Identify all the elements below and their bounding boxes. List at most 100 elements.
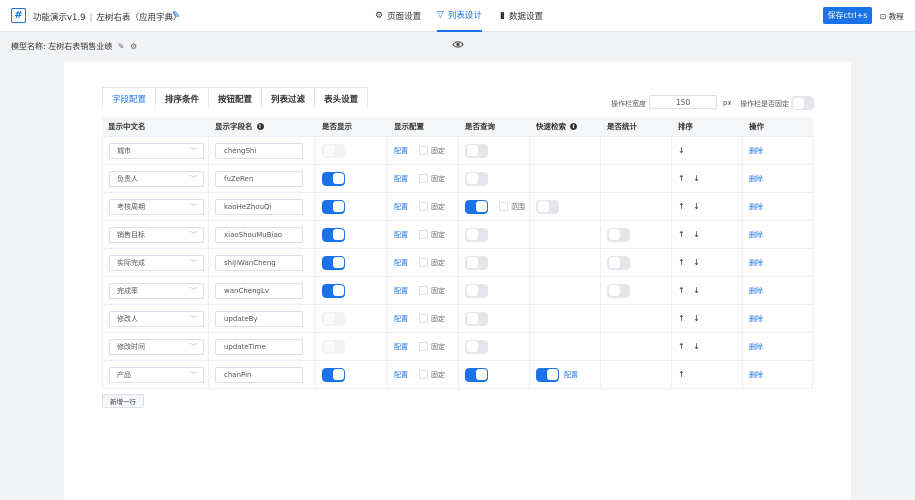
preview-eye-icon[interactable] [452,40,464,49]
show-toggle[interactable] [322,171,345,186]
show-config-link[interactable]: 配置 [394,202,408,212]
delete-link[interactable]: 删除 [749,342,763,352]
sort-arrows-icon[interactable]: ↑ ↓ [678,230,703,239]
add-row-button[interactable]: 新增一行 [102,394,144,408]
show-toggle[interactable] [322,199,345,214]
tab-header-settings[interactable]: 表头设置 [314,87,369,109]
tab-list-filter[interactable]: 列表过滤 [261,87,316,109]
delete-link[interactable]: 删除 [749,230,763,240]
sort-arrows-icon[interactable]: ↑ [678,370,688,379]
show-config-cell: 配置 固定 [388,360,459,389]
delete-link[interactable]: 删除 [749,202,763,212]
query-toggle[interactable] [465,143,488,158]
field-name-input[interactable]: fuZeRen [215,170,303,187]
sort-arrows-icon[interactable]: ↑ ↓ [678,314,703,323]
stat-toggle[interactable] [607,227,630,242]
fixed-checkbox[interactable] [419,230,428,239]
delete-link[interactable]: 删除 [749,314,763,324]
field-name-input[interactable]: kaoHeZhouQi [215,198,303,215]
nav-data-settings[interactable]: ▮ 数据设置 [500,0,543,32]
show-cell [316,304,388,333]
cn-name-select[interactable]: 修改时间 ﹀ [109,338,204,355]
cn-name-select[interactable]: 考核周期 ﹀ [109,198,204,215]
fixed-checkbox[interactable] [419,258,428,267]
fixed-checkbox[interactable] [419,286,428,295]
edit-title-icon[interactable]: ✎ [172,10,180,21]
cn-name-select[interactable]: 实际完成 ﹀ [109,254,204,271]
query-cell [459,332,530,361]
query-toggle[interactable] [465,311,488,326]
tab-field-config[interactable]: 字段配置 [102,87,157,109]
op-width-input[interactable]: 150 [649,95,717,109]
sort-arrows-icon[interactable]: ↓ [678,146,688,155]
fixed-checkbox[interactable] [419,370,428,379]
show-toggle[interactable] [322,227,345,242]
delete-link[interactable]: 删除 [749,174,763,184]
op-fixed-toggle[interactable] [791,96,814,110]
show-config-link[interactable]: 配置 [394,370,408,380]
sort-arrows-icon[interactable]: ↑ ↓ [678,174,703,183]
query-toggle[interactable] [465,367,488,382]
field-name-input[interactable]: xiaoShouMuBiao [215,226,303,243]
fixed-checkbox[interactable] [419,342,428,351]
field-name-input[interactable]: wanChengLv [215,282,303,299]
fixed-label: 固定 [431,174,445,183]
nav-page-settings[interactable]: ⚙ 页面设置 [375,0,421,32]
tutorial-link[interactable]: ⊡ 教程 [880,11,904,22]
sort-arrows-icon[interactable]: ↑ ↓ [678,202,703,211]
quick-search-toggle[interactable] [536,367,559,382]
query-toggle[interactable] [465,199,488,214]
delete-link[interactable]: 删除 [749,286,763,296]
quick-search-config-link[interactable]: 配置 [564,370,578,380]
show-config-link[interactable]: 配置 [394,230,408,240]
edit-model-icon[interactable]: ✎ [118,42,125,51]
sort-arrows-icon[interactable]: ↑ ↓ [678,258,703,267]
quick-search-toggle[interactable] [536,199,559,214]
cn-name-select[interactable]: 负责人 ﹀ [109,170,204,187]
field-name-input[interactable]: chanPin [215,366,303,383]
delete-link[interactable]: 删除 [749,146,763,156]
sort-arrows-icon[interactable]: ↑ ↓ [678,286,703,295]
fixed-checkbox[interactable] [419,314,428,323]
delete-link[interactable]: 删除 [749,370,763,380]
field-name-input[interactable]: updateTime [215,338,303,355]
field-name-input[interactable]: shiJiWanCheng [215,254,303,271]
stat-toggle[interactable] [607,283,630,298]
fixed-checkbox[interactable] [419,174,428,183]
chevron-down-icon: ﹀ [190,174,197,183]
show-config-link[interactable]: 配置 [394,286,408,296]
tab-sort-conditions[interactable]: 排序条件 [155,87,210,109]
cn-name-select[interactable]: 销售目标 ﹀ [109,226,204,243]
query-toggle[interactable] [465,283,488,298]
show-config-link[interactable]: 配置 [394,342,408,352]
save-button[interactable]: 保存ctrl+s [823,7,872,24]
query-toggle[interactable] [465,227,488,242]
stat-toggle[interactable] [607,255,630,270]
show-toggle[interactable] [322,367,345,382]
field-name-input[interactable]: updateBy [215,310,303,327]
tab-button-config[interactable]: 按钮配置 [208,87,263,109]
show-toggle[interactable] [322,255,345,270]
col-header-show: 是否显示 [322,122,352,131]
fixed-checkbox[interactable] [419,202,428,211]
model-settings-icon[interactable]: ⚙ [130,42,137,51]
show-config-link[interactable]: 配置 [394,314,408,324]
range-checkbox[interactable] [499,202,508,211]
table-row: 产品 ﹀ chanPin 配置 固定 配置 ↑ 删除 [102,360,813,389]
fixed-checkbox[interactable] [419,146,428,155]
show-config-link[interactable]: 配置 [394,258,408,268]
field-name-input[interactable]: chengShi [215,142,303,159]
query-toggle[interactable] [465,339,488,354]
delete-link[interactable]: 删除 [749,258,763,268]
show-config-link[interactable]: 配置 [394,146,408,156]
cn-name-select[interactable]: 产品 ﹀ [109,366,204,383]
query-toggle[interactable] [465,255,488,270]
nav-list-design[interactable]: ▽ 列表设计 [437,0,482,32]
cn-name-select[interactable]: 完成率 ﹀ [109,282,204,299]
cn-name-select[interactable]: 城市 ﹀ [109,142,204,159]
cn-name-select[interactable]: 修改人 ﹀ [109,310,204,327]
show-config-link[interactable]: 配置 [394,174,408,184]
query-toggle[interactable] [465,171,488,186]
sort-arrows-icon[interactable]: ↑ ↓ [678,342,703,351]
show-toggle[interactable] [322,283,345,298]
